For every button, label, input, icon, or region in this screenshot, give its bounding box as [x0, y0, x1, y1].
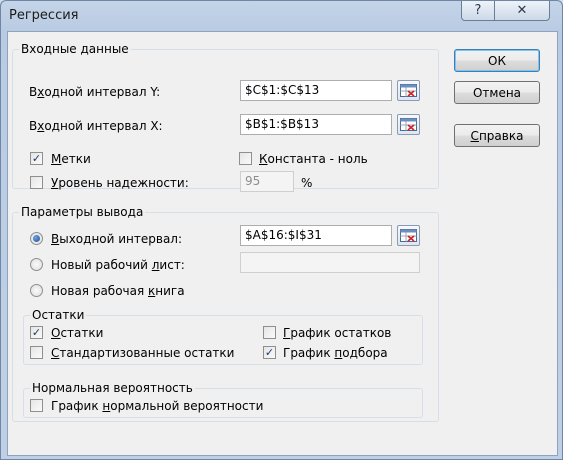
cancel-button[interactable]: Отмена	[454, 81, 540, 104]
labels-checkbox-label: Метки	[51, 152, 91, 166]
dialog-body: Входные данные Входной интервал Y: $C$1:…	[7, 31, 558, 456]
confidence-level-input[interactable]: 95	[240, 171, 294, 192]
output-range-collapse-button[interactable]	[397, 225, 420, 246]
normal-probability-group: Нормальная вероятность График нормальной…	[23, 381, 423, 418]
x-range-label: Входной интервал X:	[29, 119, 163, 133]
constant-zero-checkbox[interactable]	[239, 152, 252, 165]
output-range-label: Выходной интервал:	[51, 232, 183, 246]
range-select-icon	[400, 118, 417, 131]
y-range-input[interactable]: $C$1:$C$13	[240, 80, 392, 101]
close-icon: ✕	[516, 3, 528, 18]
std-residuals-label: Стандартизованные остатки	[51, 346, 235, 360]
percent-label: %	[301, 176, 313, 190]
y-range-label: Входной интервал Y:	[29, 85, 161, 99]
fit-plot-checkbox[interactable]: ✓	[263, 346, 276, 359]
normal-probability-group-label: Нормальная вероятность	[30, 381, 195, 395]
close-title-button[interactable]: ✕	[495, 1, 550, 21]
labels-checkbox[interactable]: ✓	[30, 152, 43, 165]
help-button-label: Справка	[470, 128, 524, 143]
normal-plot-label: График нормальной вероятности	[51, 399, 264, 413]
output-range-radio[interactable]	[30, 232, 43, 245]
constant-zero-label: Константа - ноль	[259, 152, 368, 166]
normal-plot-checkbox[interactable]	[30, 399, 43, 412]
input-data-group: Входные данные Входной интервал Y: $C$1:…	[12, 42, 439, 192]
residuals-group: Остатки ✓ Остатки Стандартизованные оста…	[23, 308, 423, 365]
output-options-group: Параметры вывода Выходной интервал: $A$1…	[12, 205, 439, 422]
residuals-checkbox[interactable]: ✓	[30, 326, 43, 339]
new-sheet-radio[interactable]	[30, 258, 43, 271]
residuals-group-label: Остатки	[30, 308, 87, 322]
ok-button[interactable]: ОК	[454, 49, 540, 72]
dialog-title: Регрессия	[9, 8, 79, 23]
new-sheet-label: Новый рабочий лист:	[51, 258, 185, 272]
range-select-icon	[400, 84, 417, 97]
confidence-level-label: Уровень надежности:	[51, 176, 189, 190]
std-residuals-checkbox[interactable]	[30, 346, 43, 359]
help-button[interactable]: Справка	[454, 124, 540, 147]
residual-plot-checkbox[interactable]	[263, 326, 276, 339]
checkmark-icon: ✓	[31, 152, 42, 165]
title-bar: Регрессия ? ✕	[1, 1, 562, 31]
input-data-group-label: Входные данные	[19, 42, 131, 56]
help-title-button[interactable]: ?	[461, 1, 495, 21]
y-range-collapse-button[interactable]	[397, 80, 420, 101]
checkmark-icon: ✓	[264, 346, 275, 359]
x-range-input[interactable]: $B$1:$B$13	[240, 114, 392, 135]
new-workbook-label: Новая рабочая книга	[51, 284, 185, 298]
residual-plot-label: График остатков	[283, 326, 392, 340]
output-options-group-label: Параметры вывода	[19, 205, 146, 219]
fit-plot-label: График подбора	[283, 346, 388, 360]
x-range-collapse-button[interactable]	[397, 114, 420, 135]
residuals-label: Остатки	[51, 326, 104, 340]
question-icon: ?	[474, 3, 482, 18]
confidence-level-checkbox[interactable]	[30, 176, 43, 189]
output-range-input[interactable]: $A$16:$I$31	[240, 225, 392, 246]
new-sheet-name-input[interactable]	[240, 252, 420, 273]
range-select-icon	[400, 229, 417, 242]
new-workbook-radio[interactable]	[30, 284, 43, 297]
regression-dialog: Регрессия ? ✕ Входные данные Входной инт…	[0, 0, 563, 460]
checkmark-icon: ✓	[31, 326, 42, 339]
